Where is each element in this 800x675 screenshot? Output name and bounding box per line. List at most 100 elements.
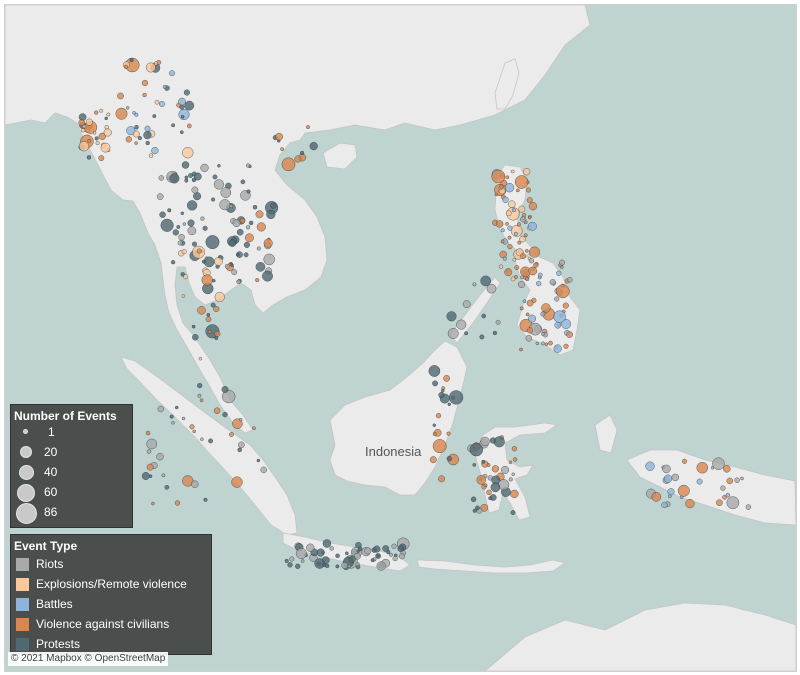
event-marker[interactable] — [189, 424, 195, 430]
event-marker[interactable] — [256, 222, 266, 232]
event-marker[interactable] — [117, 92, 124, 100]
event-marker[interactable] — [220, 187, 232, 198]
event-marker[interactable] — [513, 231, 518, 236]
event-marker[interactable] — [519, 306, 524, 311]
event-marker[interactable] — [501, 465, 510, 474]
event-marker[interactable] — [667, 488, 675, 496]
event-marker[interactable] — [183, 89, 190, 96]
event-marker[interactable] — [438, 475, 445, 483]
event-marker[interactable] — [197, 306, 206, 315]
event-marker[interactable] — [358, 546, 363, 552]
event-marker[interactable] — [104, 125, 109, 130]
event-marker[interactable] — [508, 200, 516, 208]
event-marker[interactable] — [527, 215, 532, 220]
event-marker[interactable] — [685, 499, 695, 509]
event-marker[interactable] — [469, 442, 483, 457]
event-marker[interactable] — [275, 132, 283, 141]
event-marker[interactable] — [197, 393, 202, 398]
event-marker[interactable] — [462, 300, 471, 308]
map-attribution[interactable]: © 2021 Mapbox © OpenStreetMap — [8, 652, 169, 666]
event-marker[interactable] — [560, 265, 564, 269]
event-marker[interactable] — [541, 332, 545, 336]
event-marker[interactable] — [146, 449, 152, 454]
event-marker[interactable] — [132, 111, 136, 115]
event-marker[interactable] — [446, 311, 457, 322]
event-marker[interactable] — [510, 510, 516, 515]
event-marker[interactable] — [508, 460, 513, 464]
event-marker[interactable] — [491, 169, 506, 184]
event-marker[interactable] — [153, 61, 159, 66]
event-marker[interactable] — [229, 432, 234, 437]
event-marker[interactable] — [541, 303, 551, 313]
event-marker[interactable] — [255, 261, 266, 272]
event-marker[interactable] — [488, 496, 493, 501]
legend-item-violence-against-civilians[interactable]: Violence against civilians — [16, 616, 212, 634]
event-marker[interactable] — [523, 168, 531, 176]
event-marker[interactable] — [198, 357, 203, 361]
event-marker[interactable] — [142, 92, 147, 98]
event-marker[interactable] — [178, 108, 190, 120]
event-marker[interactable] — [86, 155, 92, 160]
event-marker[interactable] — [213, 179, 225, 190]
event-marker[interactable] — [554, 321, 562, 329]
event-marker[interactable] — [174, 500, 181, 506]
event-marker[interactable] — [528, 202, 538, 211]
event-marker[interactable] — [200, 163, 209, 173]
event-marker[interactable] — [177, 240, 183, 246]
event-marker[interactable] — [214, 292, 225, 303]
event-marker[interactable] — [505, 221, 509, 226]
event-marker[interactable] — [191, 241, 197, 247]
event-marker[interactable] — [391, 543, 397, 549]
event-marker[interactable] — [205, 235, 220, 250]
event-marker[interactable] — [162, 84, 167, 89]
event-marker[interactable] — [200, 216, 205, 221]
event-marker[interactable] — [335, 564, 340, 569]
event-marker[interactable] — [212, 174, 218, 180]
event-marker[interactable] — [129, 58, 134, 63]
event-marker[interactable] — [470, 496, 477, 502]
event-marker[interactable] — [566, 331, 573, 338]
event-marker[interactable] — [244, 233, 254, 243]
event-marker[interactable] — [284, 558, 289, 563]
event-marker[interactable] — [510, 169, 515, 174]
event-marker[interactable] — [662, 464, 671, 474]
event-marker[interactable] — [85, 118, 93, 126]
event-marker[interactable] — [184, 178, 189, 183]
event-marker[interactable] — [486, 463, 491, 467]
event-marker[interactable] — [306, 543, 315, 552]
event-marker[interactable] — [512, 457, 518, 462]
event-marker[interactable] — [208, 438, 214, 444]
event-marker[interactable] — [184, 100, 195, 111]
event-marker[interactable] — [519, 347, 523, 352]
event-marker[interactable] — [246, 225, 251, 230]
event-marker[interactable] — [205, 316, 212, 323]
event-marker[interactable] — [514, 175, 529, 189]
event-marker[interactable] — [294, 155, 302, 163]
event-marker[interactable] — [428, 365, 441, 377]
event-marker[interactable] — [306, 125, 310, 130]
event-marker[interactable] — [181, 161, 190, 169]
legend-item-battles[interactable]: Battles — [16, 596, 212, 614]
event-marker[interactable] — [183, 274, 189, 280]
event-marker[interactable] — [740, 476, 744, 481]
event-marker[interactable] — [364, 547, 372, 555]
event-marker[interactable] — [92, 131, 97, 135]
event-marker[interactable] — [99, 108, 104, 113]
event-marker[interactable] — [213, 407, 221, 414]
event-marker[interactable] — [230, 263, 234, 267]
event-marker[interactable] — [500, 239, 505, 244]
event-marker[interactable] — [182, 222, 187, 226]
event-marker[interactable] — [145, 430, 151, 436]
event-marker[interactable] — [516, 222, 521, 227]
event-marker[interactable] — [335, 553, 340, 558]
event-marker[interactable] — [725, 493, 731, 498]
event-marker[interactable] — [515, 188, 520, 193]
event-marker[interactable] — [696, 462, 708, 474]
map-view[interactable]: Indonesia Number of Events 1 20 40 60 86… — [4, 4, 797, 672]
event-marker[interactable] — [78, 141, 90, 152]
event-marker[interactable] — [179, 130, 184, 134]
event-marker[interactable] — [661, 501, 668, 509]
event-marker[interactable] — [502, 256, 507, 261]
event-marker[interactable] — [193, 172, 202, 181]
event-marker[interactable] — [255, 210, 264, 219]
